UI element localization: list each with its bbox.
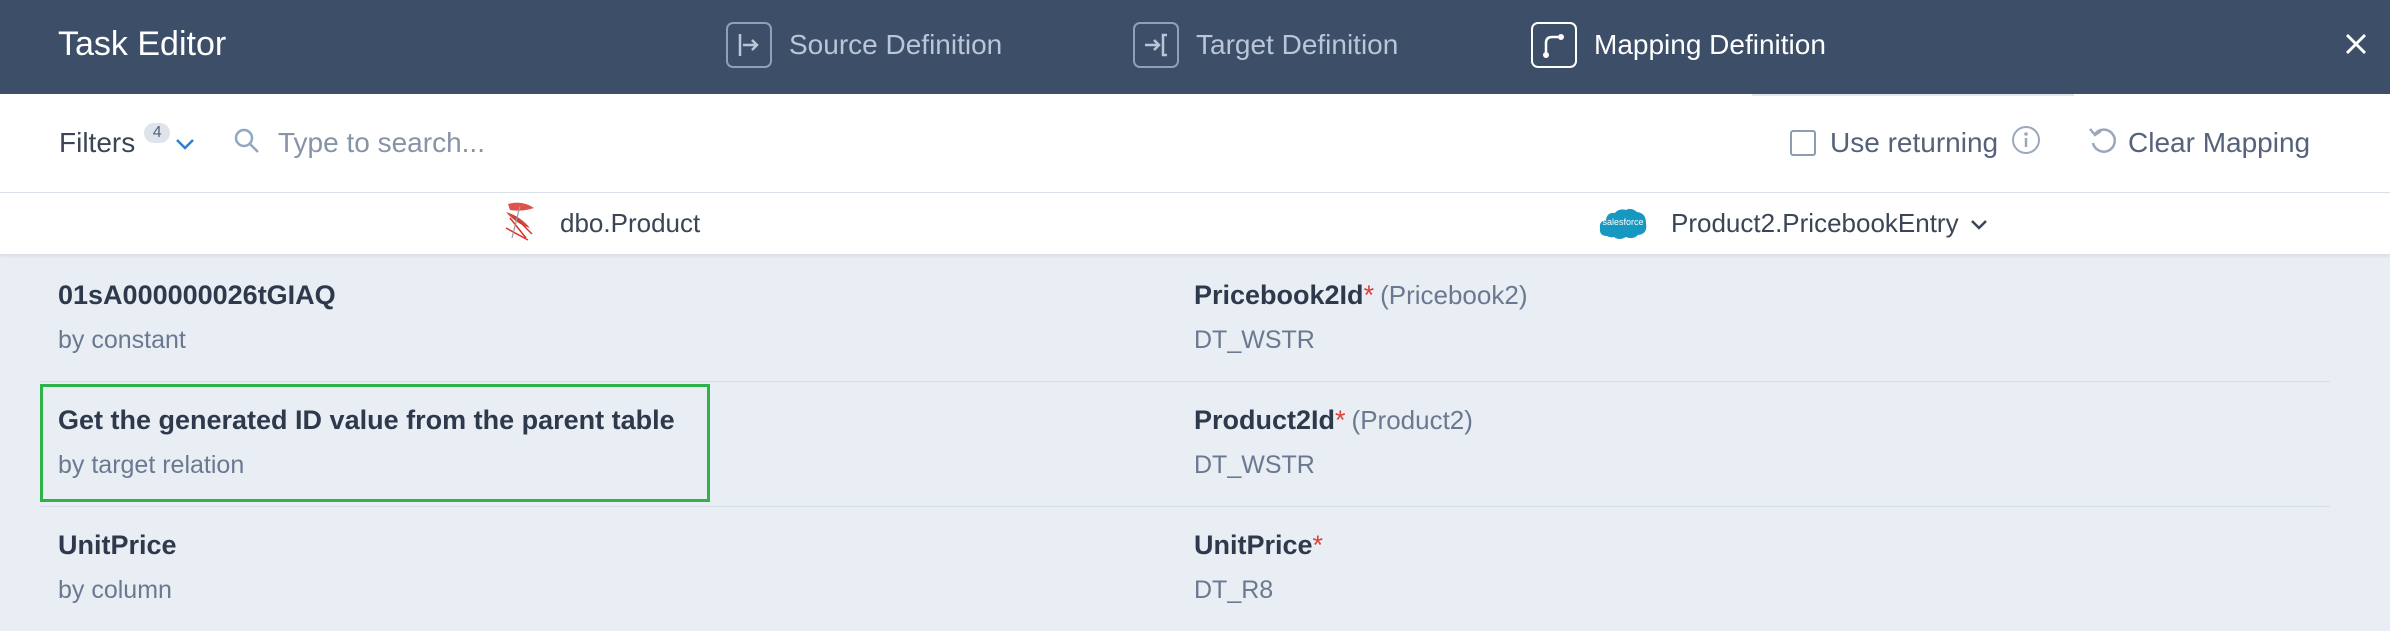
mapping-toolbar: Filters 4 Use returning Clear Mapping <box>0 94 2390 193</box>
target-field: Product2Id* (Product2) <box>1194 405 1473 436</box>
tab-mapping-definition[interactable]: Mapping Definition <box>1531 21 1826 69</box>
task-editor-header: Task Editor Source Definition Target Def… <box>0 0 2390 94</box>
tab-source-definition[interactable]: Source Definition <box>726 21 1002 69</box>
tab-target-definition[interactable]: Target Definition <box>1133 21 1398 69</box>
target-field: Pricebook2Id* (Pricebook2) <box>1194 280 1527 311</box>
page-title: Task Editor <box>58 25 227 63</box>
undo-icon <box>2086 123 2120 164</box>
toolbar-divider <box>1752 94 2074 96</box>
mapping-definition-icon <box>1531 22 1577 68</box>
target-field-name: UnitPrice <box>1194 530 1313 560</box>
source-definition-icon <box>726 22 772 68</box>
info-icon[interactable] <box>2010 124 2042 163</box>
clear-mapping-button[interactable]: Clear Mapping <box>2086 118 2310 168</box>
tab-source-definition-label: Source Definition <box>789 29 1003 60</box>
target-field-name: Pricebook2Id <box>1194 280 1364 310</box>
use-returning-checkbox[interactable] <box>1790 130 1816 156</box>
use-returning-label: Use returning <box>1830 127 1999 158</box>
target-field-reference: (Product2) <box>1351 405 1473 435</box>
mapping-row[interactable]: UnitPrice by column UnitPrice* DT_R8 <box>40 507 2330 631</box>
salesforce-logo-text: salesforce <box>1602 216 1644 227</box>
source-field-name: UnitPrice <box>58 530 177 560</box>
mapping-row[interactable]: 01sA000000026tGIAQ by constant Pricebook… <box>40 257 2330 382</box>
use-returning-option: Use returning <box>1790 118 2042 168</box>
object-header-bar: dbo.Product salesforce Product2.Priceboo… <box>0 193 2390 254</box>
search-icon <box>232 126 262 161</box>
salesforce-icon: salesforce <box>1597 206 1649 242</box>
source-mapping-type: by constant <box>58 326 186 354</box>
selection-highlight <box>40 384 710 502</box>
target-field-type: DT_WSTR <box>1194 326 1315 354</box>
required-marker: * <box>1363 280 1375 310</box>
filters-count-badge: 4 <box>144 123 171 143</box>
filters-button[interactable]: Filters 4 <box>59 94 196 192</box>
tab-mapping-definition-label: Mapping Definition <box>1594 29 1826 60</box>
source-mapping-type: by column <box>58 576 172 604</box>
source-object-name: dbo.Product <box>560 208 701 238</box>
tab-target-definition-label: Target Definition <box>1196 29 1399 60</box>
filters-label: Filters <box>59 127 136 158</box>
close-icon[interactable] <box>2338 26 2374 62</box>
target-definition-icon <box>1133 22 1179 68</box>
target-field-reference: (Pricebook2) <box>1380 280 1528 310</box>
source-object: dbo.Product <box>500 193 700 254</box>
target-object-name: Product2.PricebookEntry <box>1671 208 1959 238</box>
clear-mapping-label: Clear Mapping <box>2128 127 2311 158</box>
search-box <box>232 118 832 168</box>
required-marker: * <box>1335 405 1346 435</box>
chevron-down-icon <box>1969 208 1989 239</box>
target-field-type: DT_R8 <box>1194 576 1274 604</box>
source-field-name: 01sA000000026tGIAQ <box>58 280 336 310</box>
target-field-name: Product2Id <box>1194 405 1336 435</box>
chevron-down-icon <box>174 127 196 159</box>
required-marker: * <box>1312 530 1324 560</box>
target-object-selector[interactable]: salesforce Product2.PricebookEntry <box>1597 193 1989 254</box>
target-field-type: DT_WSTR <box>1194 451 1315 479</box>
search-input[interactable] <box>276 126 800 160</box>
sql-server-icon <box>500 198 542 249</box>
target-field: UnitPrice* <box>1194 530 1329 561</box>
